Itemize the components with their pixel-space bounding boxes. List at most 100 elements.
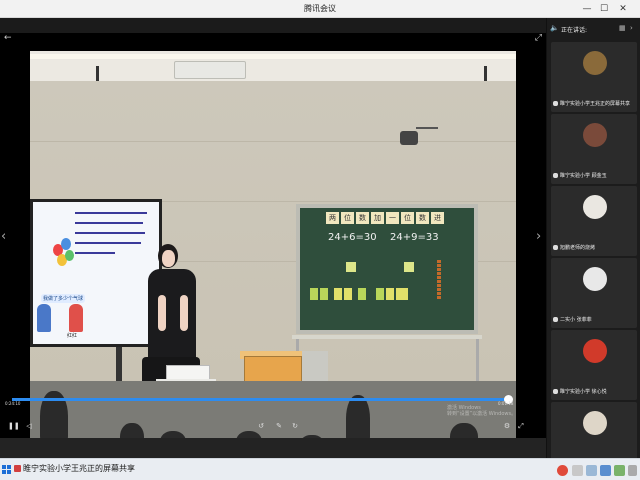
participant-name-text: 睢宁实验小学王兆正的屏幕共享 bbox=[560, 101, 631, 107]
title-card: 加 bbox=[371, 212, 384, 224]
chalk-tray bbox=[292, 335, 482, 339]
speaking-label: 正在讲话: bbox=[561, 27, 588, 34]
abacus-icon bbox=[434, 260, 444, 304]
teacher bbox=[148, 269, 196, 369]
maximize-icon[interactable]: ☐ bbox=[597, 2, 611, 16]
participant-name-text: 睢宁实验小学 徐心悦 bbox=[560, 389, 607, 395]
playback-progress-bar[interactable] bbox=[12, 395, 513, 404]
equation-2: 24+9=33 bbox=[390, 232, 439, 243]
participant-name-text: 旭鹏老师的烧烤 bbox=[560, 245, 596, 251]
fullscreen-icon[interactable]: ⤢ bbox=[516, 421, 526, 431]
minimize-icon[interactable]: — bbox=[580, 2, 594, 16]
cartoon-kid bbox=[37, 304, 51, 332]
title-card: 进 bbox=[431, 212, 444, 224]
counting-stick bbox=[396, 288, 408, 300]
settings-icon[interactable]: ⚙ bbox=[502, 421, 512, 431]
activation-watermark: 激活 Windows 转到“设置”以激活 Windows。 bbox=[447, 405, 516, 417]
avatar bbox=[583, 267, 607, 291]
chevron-right-icon[interactable]: › bbox=[630, 24, 633, 32]
participant-name: 睢宁实验小学 徐心悦 bbox=[553, 388, 635, 395]
tray-icon[interactable] bbox=[586, 465, 597, 476]
blackboard-surface: 两 位 数 加 一 位 数 进 24+6=30 24+9=33 bbox=[300, 208, 474, 330]
title-bar: 腾讯会议 — ☐ ✕ bbox=[0, 0, 640, 18]
camera-icon bbox=[400, 123, 438, 151]
elapsed-time: 0:24:10 bbox=[5, 401, 21, 406]
windows-start-icon[interactable] bbox=[2, 465, 12, 475]
progress-fill bbox=[12, 398, 508, 401]
title-card: 数 bbox=[356, 212, 369, 224]
counting-stick bbox=[310, 288, 318, 300]
number-tag bbox=[404, 262, 414, 272]
expand-icon[interactable]: ⤢ bbox=[535, 33, 542, 43]
next-page-icon[interactable]: › bbox=[536, 229, 541, 244]
volume-icon[interactable]: ◁ bbox=[24, 421, 34, 431]
avatar bbox=[583, 51, 607, 75]
participant-panel: 🔈 正在讲话: ▦ › 睢宁实验小学王兆正的屏幕共享 睢宁实验小学 顾金玉 旭鹏老师… bbox=[546, 18, 640, 472]
wall-tile-line bbox=[30, 141, 516, 142]
back-arrow-icon[interactable]: ← bbox=[4, 33, 12, 43]
tray-icon[interactable] bbox=[614, 465, 625, 476]
equation-1: 24+6=30 bbox=[328, 232, 377, 243]
balloon-icon bbox=[65, 250, 74, 261]
number-tag bbox=[346, 262, 356, 272]
board-text-line bbox=[75, 252, 115, 254]
avatar bbox=[583, 411, 607, 435]
lesson-title-cards: 两 位 数 加 一 位 数 进 bbox=[326, 212, 444, 224]
counting-stick bbox=[376, 288, 384, 300]
title-card: 位 bbox=[401, 212, 414, 224]
grid-icon[interactable]: ▦ bbox=[619, 24, 626, 32]
speech-bubble: 我做了多少个气球 bbox=[41, 294, 86, 303]
screen-share-task[interactable]: 睢宁实验小学王兆正的屏幕共享 bbox=[14, 463, 135, 474]
close-icon[interactable]: ✕ bbox=[616, 2, 630, 16]
title-card: 位 bbox=[341, 212, 354, 224]
forward-icon[interactable]: ↻ bbox=[290, 421, 300, 431]
counting-stick bbox=[344, 288, 352, 300]
tray-icon[interactable] bbox=[628, 465, 637, 476]
mic-icon bbox=[553, 389, 558, 394]
window-title: 腾讯会议 bbox=[304, 4, 336, 13]
counting-stick bbox=[358, 288, 366, 300]
avatar bbox=[583, 339, 607, 363]
cartoon-kid bbox=[69, 304, 83, 332]
teacher-arm bbox=[158, 295, 166, 331]
prev-page-icon[interactable]: ‹ bbox=[1, 229, 6, 244]
mic-icon bbox=[553, 173, 558, 178]
participant-name: 睢宁实验小学 顾金玉 bbox=[553, 172, 635, 179]
participant-name: 二实小 张菲菲 bbox=[553, 316, 635, 323]
rewind-icon[interactable]: ↺ bbox=[256, 421, 266, 431]
speaker-icon: 🔈 bbox=[550, 24, 559, 32]
sogou-icon[interactable] bbox=[557, 465, 568, 476]
mic-icon bbox=[553, 245, 558, 250]
tray-icon[interactable] bbox=[600, 465, 611, 476]
share-top-bar: ← ⤢ bbox=[0, 33, 546, 45]
panel-header: 🔈 正在讲话: ▦ › bbox=[547, 18, 640, 40]
participant-tile[interactable]: 睢宁实验小学 徐心悦 bbox=[551, 330, 637, 400]
avatar bbox=[583, 195, 607, 219]
pause-icon[interactable]: ❚❚ bbox=[8, 421, 20, 431]
participant-name-text: 二实小 张菲菲 bbox=[560, 317, 592, 323]
participant-name-text: 睢宁实验小学 顾金玉 bbox=[560, 173, 607, 179]
teacher-arm bbox=[180, 295, 188, 331]
board-text-line bbox=[75, 222, 143, 224]
blackboard: 两 位 数 加 一 位 数 进 24+6=30 24+9=33 bbox=[296, 204, 478, 334]
annotate-icon[interactable]: ✎ bbox=[274, 421, 284, 431]
meeting-bottom-bar bbox=[0, 438, 546, 458]
os-taskbar: 睢宁实验小学王兆正的屏幕共享 bbox=[0, 458, 640, 480]
participant-tile[interactable]: 二实小 张菲菲 bbox=[551, 258, 637, 328]
participant-tile[interactable]: 旭鹏老师的烧烤 bbox=[551, 186, 637, 256]
smart-board: 我做了多少个气球 红红 bbox=[30, 199, 162, 347]
mic-icon bbox=[553, 101, 558, 106]
screen-share-label: 睢宁实验小学王兆正的屏幕共享 bbox=[23, 464, 135, 473]
board-text-line bbox=[75, 232, 145, 234]
title-card: 两 bbox=[326, 212, 339, 224]
board-text-line bbox=[75, 212, 147, 214]
participant-tile[interactable]: 睢宁实验小学王兆正的屏幕共享 bbox=[551, 42, 637, 112]
shared-screen: ← ⤢ ‹ › 我做了多少个气球 红红 两 位 数 加 一 位 数 进 24+6… bbox=[0, 33, 546, 461]
participant-tile[interactable]: 睢宁实验小学 顾金玉 bbox=[551, 114, 637, 184]
counting-stick bbox=[334, 288, 342, 300]
classroom-video: 我做了多少个气球 红红 两 位 数 加 一 位 数 进 24+6=30 24+9… bbox=[30, 51, 516, 447]
tray-icon[interactable] bbox=[572, 465, 583, 476]
avatar bbox=[583, 123, 607, 147]
meeting-app: 腾讯会议 — ☐ ✕ ← ⤢ ‹ › 我做了多少个气球 红红 两 位 数 加 一… bbox=[0, 0, 640, 480]
title-card: 一 bbox=[386, 212, 399, 224]
